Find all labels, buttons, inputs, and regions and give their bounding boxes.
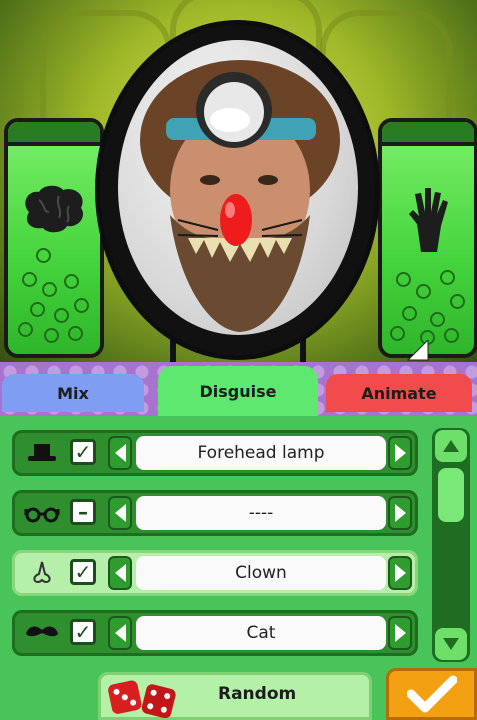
tab-disguise[interactable]: Disguise — [158, 366, 318, 416]
mouth-next-button[interactable] — [388, 616, 412, 650]
right-specimen-jar — [378, 118, 477, 358]
top-screen-scene — [0, 0, 477, 362]
disguise-row-nose: ✓ Clown — [12, 550, 418, 596]
eyes-toggle-checkbox[interactable]: – — [70, 499, 96, 525]
arrow-right-icon — [394, 564, 406, 582]
eyes-next-button[interactable] — [388, 496, 412, 530]
disguise-row-mouth: ✓ Cat — [12, 610, 418, 656]
arrow-right-icon — [394, 624, 406, 642]
dice-icon — [108, 680, 176, 718]
nose-next-button[interactable] — [388, 556, 412, 590]
arrow-left-icon — [114, 564, 126, 582]
tab-animate-label: Animate — [361, 383, 437, 403]
disguise-row-eyes: – ---- — [12, 490, 418, 536]
head-next-button[interactable] — [388, 436, 412, 470]
mouth-selection-value: Cat — [136, 616, 386, 650]
disguised-face-portrait — [118, 40, 358, 335]
arrow-left-icon — [114, 504, 126, 522]
scroll-down-button[interactable] — [435, 628, 467, 660]
tab-disguise-label: Disguise — [199, 381, 277, 401]
tab-mix-label: Mix — [57, 383, 89, 403]
scroll-up-button[interactable] — [435, 430, 467, 462]
nose-toggle-checkbox[interactable]: ✓ — [70, 559, 96, 585]
random-button-label: Random — [218, 684, 297, 704]
bottom-screen: Mix Disguise Animate ✓ Forehead lamp – -… — [0, 362, 477, 720]
scroll-thumb[interactable] — [438, 468, 464, 522]
arrow-down-icon — [443, 638, 459, 650]
tab-animate[interactable]: Animate — [326, 374, 472, 412]
head-selection-value: Forehead lamp — [136, 436, 386, 470]
cursor-icon — [406, 340, 429, 361]
hand-icon — [403, 184, 453, 258]
brain-icon — [19, 182, 89, 242]
mouth-toggle-checkbox[interactable]: ✓ — [70, 619, 96, 645]
nose-icon — [24, 558, 60, 588]
head-toggle-checkbox[interactable]: ✓ — [70, 439, 96, 465]
nose-selection-value: Clown — [136, 556, 386, 590]
hat-icon — [24, 438, 60, 468]
disguise-row-head: ✓ Forehead lamp — [12, 430, 418, 476]
left-specimen-jar — [4, 118, 104, 358]
list-scrollbar[interactable] — [432, 428, 470, 662]
tab-mix[interactable]: Mix — [2, 374, 144, 412]
eyes-selection-value: ---- — [136, 496, 386, 530]
head-prev-button[interactable] — [108, 436, 132, 470]
checkmark-icon — [406, 675, 457, 713]
nose-prev-button[interactable] — [108, 556, 132, 590]
arrow-left-icon — [114, 624, 126, 642]
confirm-button[interactable] — [386, 668, 477, 720]
mouth-prev-button[interactable] — [108, 616, 132, 650]
arrow-right-icon — [394, 444, 406, 462]
eyes-prev-button[interactable] — [108, 496, 132, 530]
arrow-right-icon — [394, 504, 406, 522]
arrow-up-icon — [443, 440, 459, 452]
arrow-left-icon — [114, 444, 126, 462]
tab-bar: Mix Disguise Animate — [0, 362, 477, 416]
mustache-icon — [24, 618, 60, 648]
glasses-icon — [24, 498, 60, 528]
random-button[interactable]: Random — [98, 672, 372, 720]
